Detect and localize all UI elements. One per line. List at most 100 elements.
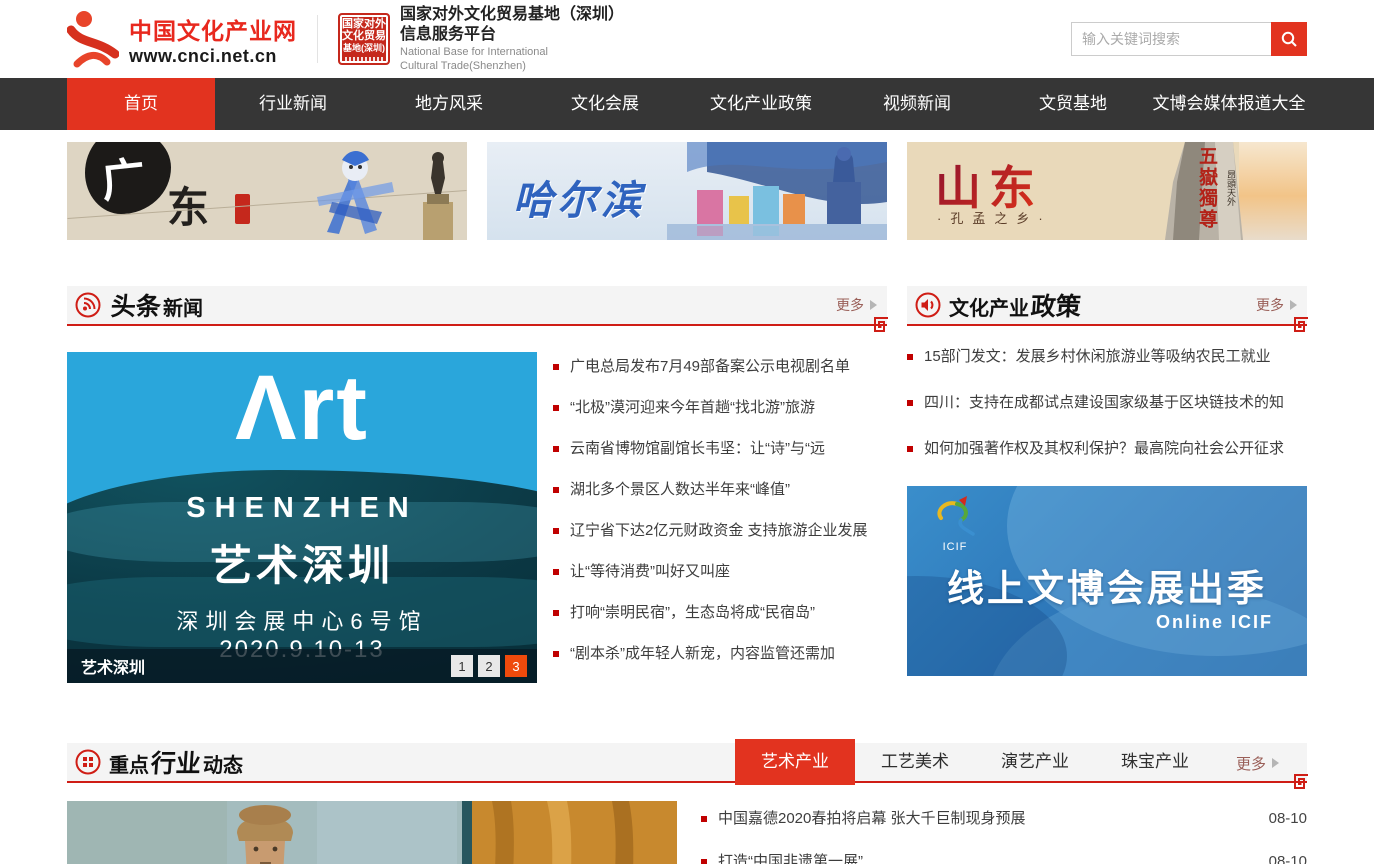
seal-line: 国家对外 (342, 18, 386, 30)
search-icon (1279, 29, 1299, 49)
harbin-cityscape (667, 142, 887, 240)
industry-section-title: 重点 行业 动态 (109, 744, 243, 780)
statue (409, 148, 465, 240)
tab-arts-crafts[interactable]: 工艺美术 (855, 739, 975, 785)
news-item[interactable]: “剧本杀”成年轻人新宠，内容监管还需加 (553, 633, 887, 674)
base-title-block: 国家对外文化贸易基地（深圳） 信息服务平台 National Base for … (400, 5, 624, 73)
news-item[interactable]: 广电总局发布7月49部备案公示电视剧名单 (553, 346, 887, 387)
industry-news-text: 中国嘉德2020春拍将启幕 张大千巨制现身预展 (718, 797, 1026, 840)
slide-caption-bar: 艺术深圳 1 2 3 (67, 649, 537, 683)
nav-item-trade-base[interactable]: 文贸基地 (995, 78, 1151, 130)
industry-news-date: 08-10 (1269, 840, 1307, 864)
opera-figure (297, 142, 417, 240)
industry-article-image[interactable] (67, 801, 677, 864)
painting-man-with-pipe (67, 801, 677, 864)
news-item[interactable]: “北极”漠河迎来今年首趟“找北游”旅游 (553, 387, 887, 428)
tab-performing-arts[interactable]: 演艺产业 (975, 739, 1095, 785)
icif-banner[interactable]: ICIF 线上文博会展出季 Online ICIF (907, 486, 1307, 676)
industry-news-text: 打造“中国非遗第一展” (718, 840, 863, 864)
headline-section-title: 头条 新闻 (109, 287, 203, 323)
nav-item-policy[interactable]: 文化产业政策 (683, 78, 839, 130)
base-subtitle-line2: Cultural Trade(Shenzhen) (400, 59, 624, 73)
tab-art-industry[interactable]: 艺术产业 (735, 739, 855, 785)
banner-guangdong-char1: 广 (98, 142, 148, 210)
site-url: www.cnci.net.cn (129, 46, 297, 67)
news-item[interactable]: 云南省博物馆副馆长韦坚：让“诗”与“远 (553, 428, 887, 469)
title-calligraphy: 行业 (150, 744, 203, 780)
featured-slide[interactable]: Λrt SHENZHEN 艺术深圳 深圳会展中心6号馆 2020.9.10-13… (67, 352, 537, 683)
art-logo-sub: SHENZHEN (67, 492, 537, 525)
headline-broadcast-icon (75, 292, 101, 318)
title-plain: 文化产业 (949, 292, 1029, 321)
title-plain: 新闻 (163, 292, 203, 321)
seal-line: 基地(深圳) (343, 42, 385, 54)
search-input[interactable] (1071, 22, 1271, 56)
icif-ribbon-icon (933, 496, 977, 536)
nav-item-video-news[interactable]: 视频新闻 (839, 78, 995, 130)
policy-section-header: 文化产业 政策 更多 (907, 286, 1307, 326)
banner-harbin[interactable]: 哈尔滨 (487, 142, 887, 240)
icif-logo-text: ICIF (925, 541, 985, 553)
news-item[interactable]: 打响“崇明民宿”，生态岛将成“民宿岛” (553, 592, 887, 633)
stone-inscription: 五嶽獨尊 (1193, 146, 1220, 230)
icif-title: 线上文博会展出季 (907, 558, 1307, 612)
industry-news-item[interactable]: 打造“中国非遗第一展” 08-10 (701, 840, 1307, 864)
banner-harbin-title: 哈尔滨 (513, 168, 645, 226)
more-arrow-icon (1290, 300, 1297, 310)
policy-news-list: 15部门发文：发展乡村休闲旅游业等吸纳农民工就业 四川：支持在成都试点建设国家级… (907, 334, 1307, 472)
pager-dot-3[interactable]: 3 (505, 655, 527, 677)
headline-more-link[interactable]: 更多 (836, 295, 877, 315)
policy-section-title: 文化产业 政策 (949, 287, 1083, 323)
main-nav: 首页 行业新闻 地方风采 文化会展 文化产业政策 视频新闻 文贸基地 文博会媒体… (0, 78, 1374, 130)
news-item[interactable]: 湖北多个景区人数达半年来“峰值” (553, 469, 887, 510)
stone-inscription-small: 昂頭天外 (1225, 170, 1238, 206)
industry-grid-icon (75, 749, 101, 775)
nav-item-industry-news[interactable]: 行业新闻 (215, 78, 371, 130)
policy-more-link[interactable]: 更多 (1256, 295, 1297, 315)
title-calligraphy: 头条 (110, 287, 163, 323)
news-item[interactable]: 辽宁省下达2亿元财政资金 支持旅游企业发展 (553, 510, 887, 551)
title-plain: 动态 (203, 749, 243, 778)
pager-dot-1[interactable]: 1 (451, 655, 473, 677)
icif-subtitle: Online ICIF (1156, 612, 1273, 633)
icif-logo: ICIF (925, 496, 985, 554)
tab-jewelry[interactable]: 珠宝产业 (1095, 739, 1215, 785)
industry-news-list: 中国嘉德2020春拍将启幕 张大千巨制现身预展 08-10 打造“中国非遗第一展… (677, 797, 1307, 864)
nav-item-culture-expo[interactable]: 文化会展 (527, 78, 683, 130)
policy-speaker-icon (915, 292, 941, 318)
site-name: 中国文化产业网 (129, 12, 297, 46)
policy-item[interactable]: 四川：支持在成都试点建设国家级基于区块链技术的知 (907, 380, 1307, 426)
base-seal: 国家对外 文化贸易 基地(深圳) (338, 13, 390, 65)
banner-shandong[interactable]: 山东 ·孔孟之乡· 五嶽獨尊 昂頭天外 (907, 142, 1307, 240)
header: 中国文化产业网 www.cnci.net.cn 国家对外 文化贸易 基地(深圳)… (67, 0, 1307, 78)
search-bar (1071, 22, 1307, 56)
banner-guangdong[interactable]: 广 东 (67, 142, 467, 240)
policy-item[interactable]: 15部门发文：发展乡村休闲旅游业等吸纳农民工就业 (907, 334, 1307, 380)
logo-figure-icon (67, 10, 119, 68)
corner-ornament-icon (1293, 317, 1309, 333)
industry-section-header: 重点 行业 动态 艺术产业 工艺美术 演艺产业 珠宝产业 更多 (67, 743, 1307, 783)
search-button[interactable] (1271, 22, 1307, 56)
base-title-line2: 信息服务平台 (400, 25, 624, 45)
site-logo[interactable]: 中国文化产业网 www.cnci.net.cn (67, 10, 297, 68)
seal-micro-text (345, 57, 383, 62)
pager-dot-2[interactable]: 2 (478, 655, 500, 677)
page: 中国文化产业网 www.cnci.net.cn 国家对外 文化贸易 基地(深圳)… (0, 0, 1374, 864)
nav-item-local-style[interactable]: 地方风采 (371, 78, 527, 130)
industry-news-item[interactable]: 中国嘉德2020春拍将启幕 张大千巨制现身预展 08-10 (701, 797, 1307, 840)
header-divider (317, 15, 318, 63)
nav-item-home[interactable]: 首页 (67, 78, 215, 130)
headline-section-header: 头条 新闻 更多 (67, 286, 887, 326)
nav-item-media-reports[interactable]: 文博会媒体报道大全 (1151, 78, 1307, 130)
industry-more-link[interactable]: 更多 (1236, 743, 1279, 783)
more-arrow-icon (1272, 758, 1279, 768)
base-subtitle-line1: National Base for International (400, 45, 624, 59)
policy-item[interactable]: 如何加强著作权及其权利保护？最高院向社会公开征求 (907, 426, 1307, 472)
industry-news-date: 08-10 (1269, 797, 1307, 840)
seal-line: 文化贸易 (342, 30, 386, 42)
industry-tabs: 艺术产业 工艺美术 演艺产业 珠宝产业 (735, 739, 1215, 785)
sunrise-sky (1239, 142, 1307, 240)
art-logo-cn: 艺术深圳 (67, 532, 537, 593)
banner-guangdong-char2: 东 (167, 174, 209, 235)
news-item[interactable]: 让“等待消费”叫好又叫座 (553, 551, 887, 592)
